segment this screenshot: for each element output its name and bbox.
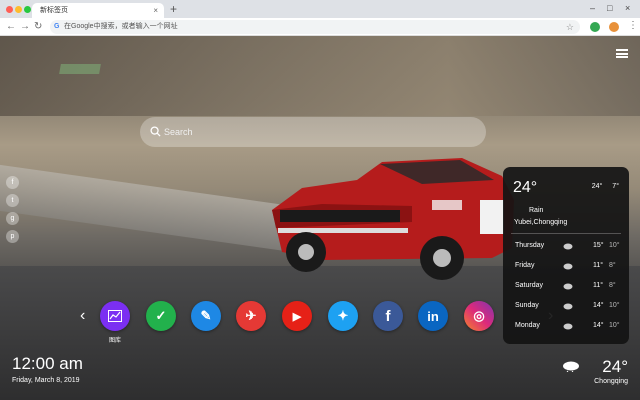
forecast-low: 10°	[609, 302, 620, 309]
forecast-high: 14°	[593, 302, 604, 309]
forecast-low: 10°	[609, 242, 620, 249]
mini-weather-city: Chongqing	[594, 378, 628, 385]
weather-high: 24°	[591, 183, 603, 190]
app-youtube-icon[interactable]: ▶	[282, 301, 312, 331]
search-box[interactable]	[140, 117, 486, 147]
address-placeholder: 在Google中搜索，或者输入一个网址	[64, 23, 178, 30]
side-pinterest-icon[interactable]: p	[6, 230, 19, 243]
tab-close-icon[interactable]: ×	[153, 3, 158, 18]
side-facebook-icon[interactable]: f	[6, 176, 19, 189]
background-barrier	[0, 164, 300, 254]
dock-prev-arrow[interactable]: ‹	[80, 306, 85, 326]
app-twitter-icon[interactable]: ✦	[328, 301, 358, 331]
address-bar[interactable]: G 在Google中搜索，或者输入一个网址 ☆	[50, 20, 580, 34]
weather-panel: 24° 24° 7° Rain Yubei,Chongqing Thursday…	[503, 167, 629, 344]
forecast-high: 15°	[593, 242, 604, 249]
cloud-icon	[563, 323, 573, 330]
forecast-low: 8°	[609, 282, 616, 289]
reload-icon[interactable]: ↻	[34, 21, 42, 33]
bookmark-star-icon[interactable]: ☆	[566, 20, 574, 34]
forecast-day: Saturday	[515, 282, 544, 289]
close-window-dot[interactable]	[6, 6, 13, 13]
side-twitter-icon[interactable]: t	[6, 194, 19, 207]
forward-arrow-icon[interactable]: →	[20, 21, 30, 33]
forecast-row: Monday 14° 10°	[513, 322, 621, 336]
forecast-day: Monday	[515, 322, 540, 329]
forecast-low: 8°	[609, 262, 616, 269]
cloud-icon	[563, 243, 573, 250]
forecast-row: Friday 11° 8°	[513, 262, 621, 276]
clock-time: 12:00 am	[12, 354, 83, 373]
forecast-day: Thursday	[515, 242, 545, 249]
forecast-row: Sunday 14° 10°	[513, 302, 621, 316]
weather-low: 7°	[612, 183, 619, 190]
chart-icon	[108, 310, 122, 322]
forecast-row: Saturday 11° 8°	[513, 282, 621, 296]
google-icon: G	[54, 23, 60, 30]
kebab-menu-icon[interactable]: ⋮	[628, 20, 638, 32]
clock-date: Friday, March 8, 2019	[12, 377, 80, 384]
background-hill	[0, 36, 640, 116]
cloud-icon	[563, 263, 573, 270]
app-check-icon[interactable]: ✓	[146, 301, 176, 331]
cloud-icon	[563, 303, 573, 310]
forecast-row: Thursday 15° 10°	[513, 242, 621, 256]
search-icon	[150, 126, 161, 137]
weather-high-low: 24° 7°	[584, 183, 619, 190]
minimize-window-dot[interactable]	[15, 6, 22, 13]
cloud-icon	[563, 283, 573, 290]
forecast-day: Friday	[515, 262, 535, 269]
forecast-day: Sunday	[515, 302, 539, 309]
background-stripe	[59, 64, 101, 74]
tab-new-tab[interactable]: 新标签页 ×	[32, 3, 164, 18]
mini-weather-temp: 24°	[602, 357, 628, 376]
forecast-high: 14°	[593, 322, 604, 329]
tab-title: 新标签页	[40, 7, 68, 14]
maximize-button[interactable]: □	[607, 1, 612, 15]
app-game-icon[interactable]: ✈	[236, 301, 266, 331]
minimize-button[interactable]: –	[590, 1, 595, 15]
close-button[interactable]: ×	[625, 1, 630, 15]
search-input[interactable]	[164, 117, 464, 147]
browser-toolbar: ← → ↻ G 在Google中搜索，或者输入一个网址 ☆ ⋮	[0, 18, 640, 36]
race-car-image	[272, 158, 514, 280]
back-arrow-icon[interactable]: ←	[6, 21, 16, 33]
app-label-gallery: 图库	[108, 338, 121, 344]
maximize-window-dot[interactable]	[24, 6, 31, 13]
weather-divider	[511, 233, 621, 234]
weather-current-temp: 24°	[513, 179, 538, 196]
forecast-low: 10°	[609, 322, 620, 329]
forecast-high: 11°	[593, 262, 604, 269]
app-instagram-icon[interactable]: ◎	[464, 301, 494, 331]
cloud-rain-icon	[563, 361, 579, 372]
mini-weather-widget[interactable]: 24° Chongqing	[563, 357, 628, 385]
side-google-icon[interactable]: g	[6, 212, 19, 225]
extension-green-icon[interactable]	[590, 22, 600, 32]
browser-tab-bar: 新标签页 × + – □ ×	[0, 0, 640, 18]
new-tab-page: f t g p ‹ › ✓ ✎ ✈ ▶ ✦ f in ◎ 图库 12:00 am…	[0, 36, 640, 400]
app-chart-icon[interactable]	[100, 301, 130, 331]
new-tab-button[interactable]: +	[170, 2, 177, 16]
weather-location: Yubei,Chongqing	[514, 219, 568, 226]
app-facebook-icon[interactable]: f	[373, 301, 403, 331]
profile-avatar-icon[interactable]	[609, 22, 619, 32]
weather-condition: Rain	[529, 207, 544, 214]
app-linkedin-icon[interactable]: in	[418, 301, 448, 331]
app-note-icon[interactable]: ✎	[191, 301, 221, 331]
hamburger-menu-icon[interactable]	[616, 49, 628, 58]
forecast-high: 11°	[593, 282, 604, 289]
